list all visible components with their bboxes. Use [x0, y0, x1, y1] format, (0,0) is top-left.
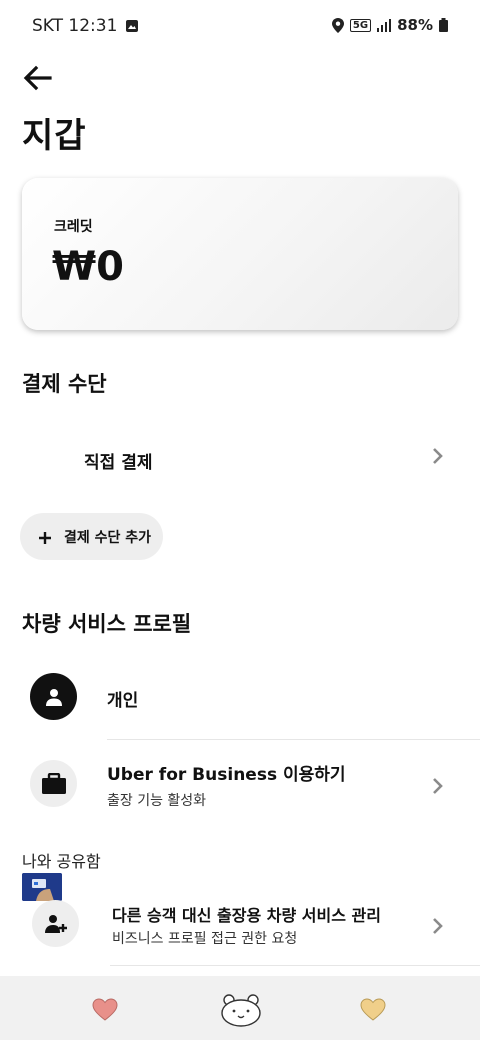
heart-right-button[interactable] — [351, 990, 395, 1030]
plus-icon — [38, 525, 52, 549]
page-title: 지갑 — [22, 116, 87, 156]
briefcase-icon — [30, 760, 77, 807]
shared-manage-subtitle: 비즈니스 프로필 접근 권한 요청 — [112, 931, 298, 947]
battery-percent: 88% — [397, 16, 433, 34]
heart-icon — [92, 998, 118, 1021]
bear-button[interactable] — [216, 990, 266, 1030]
heart-left-button[interactable] — [83, 990, 127, 1030]
add-payment-method-button[interactable]: 결제 수단 추가 — [20, 513, 163, 560]
credit-label: 크레딧 — [54, 219, 93, 235]
credit-amount: ₩0 — [52, 244, 124, 290]
business-profile-subtitle: 출장 기능 활성화 — [107, 793, 207, 809]
business-profile-title: Uber for Business 이용하기 — [107, 765, 346, 785]
heart-icon — [360, 998, 386, 1021]
add-payment-label: 결제 수단 추가 — [64, 529, 152, 546]
payment-method-label: 직접 결제 — [84, 453, 153, 473]
bottom-bar — [0, 976, 480, 1040]
back-button[interactable] — [20, 60, 56, 96]
location-icon — [331, 17, 344, 33]
carrier-time: SKT 12:31 — [32, 16, 118, 36]
chevron-right-icon — [432, 772, 444, 802]
network-badge: 5G — [349, 18, 372, 32]
payment-section-title: 결제 수단 — [22, 372, 107, 396]
shared-manage-row[interactable]: 다른 승객 대신 출장용 차량 서비스 관리 비즈니스 프로필 접근 권한 요청 — [0, 880, 480, 966]
bear-face-icon — [221, 994, 261, 1027]
profiles-section-title: 차량 서비스 프로필 — [22, 612, 192, 636]
status-bar: SKT 12:31 5G 88% — [0, 0, 480, 52]
shared-manage-title: 다른 승객 대신 출장용 차량 서비스 관리 — [112, 906, 381, 925]
arrow-left-icon — [23, 65, 52, 91]
shared-section-title: 나와 공유함 — [22, 852, 101, 871]
add-person-icon — [32, 900, 79, 947]
personal-profile-label: 개인 — [107, 691, 139, 711]
gallery-icon — [126, 20, 139, 32]
credit-card[interactable]: 크레딧 ₩0 — [22, 178, 458, 330]
signal-icon — [377, 18, 392, 32]
chevron-right-icon — [432, 912, 444, 942]
divider — [110, 965, 480, 966]
personal-profile-row[interactable]: 개인 — [0, 662, 480, 732]
business-profile-row[interactable]: Uber for Business 이용하기 출장 기능 활성화 — [0, 742, 480, 828]
payment-method-row[interactable]: 직접 결제 — [0, 430, 480, 901]
divider — [107, 739, 480, 740]
battery-icon — [439, 18, 448, 32]
chevron-right-icon — [432, 442, 444, 472]
person-icon — [30, 673, 77, 720]
